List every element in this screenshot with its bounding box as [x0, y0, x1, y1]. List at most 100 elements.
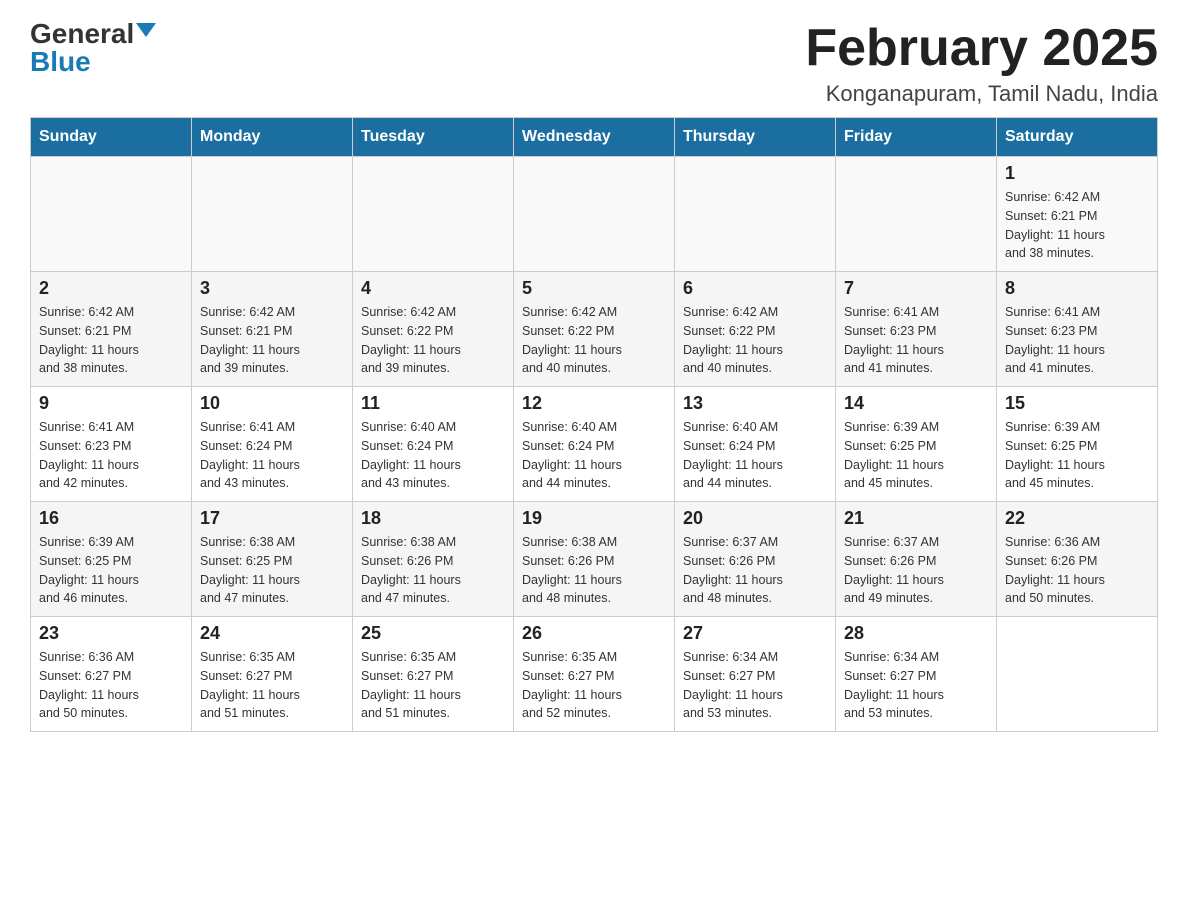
day-info: Sunrise: 6:38 AM Sunset: 6:26 PM Dayligh… [522, 535, 622, 605]
day-info: Sunrise: 6:36 AM Sunset: 6:27 PM Dayligh… [39, 650, 139, 720]
calendar-cell: 14 Sunrise: 6:39 AM Sunset: 6:25 PM Dayli… [836, 387, 997, 502]
logo-triangle-icon [136, 23, 156, 37]
day-info: Sunrise: 6:37 AM Sunset: 6:26 PM Dayligh… [683, 535, 783, 605]
calendar-cell: 12 Sunrise: 6:40 AM Sunset: 6:24 PM Dayli… [514, 387, 675, 502]
calendar-cell: 27Sunrise: 6:34 AM Sunset: 6:27 PM Dayli… [675, 617, 836, 732]
weekday-header-wednesday: Wednesday [514, 118, 675, 157]
calendar-cell: 3 Sunrise: 6:42 AM Sunset: 6:21 PM Daylig… [192, 272, 353, 387]
day-number: 25 [361, 623, 505, 644]
day-info: Sunrise: 6:42 AM Sunset: 6:22 PM Dayligh… [683, 305, 783, 375]
calendar-cell: 24 Sunrise: 6:35 AM Sunset: 6:27 PM Dayli… [192, 617, 353, 732]
day-info: Sunrise: 6:41 AM Sunset: 6:23 PM Dayligh… [844, 305, 944, 375]
title-section: February 2025 Konganapuram, Tamil Nadu, … [805, 20, 1158, 107]
calendar-cell: 1 Sunrise: 6:42 AM Sunset: 6:21 PM Daylig… [997, 157, 1158, 272]
day-number: 18 [361, 508, 505, 529]
calendar-cell [997, 617, 1158, 732]
day-number: 3 [200, 278, 344, 299]
calendar-cell: 11 Sunrise: 6:40 AM Sunset: 6:24 PM Dayli… [353, 387, 514, 502]
week-row-3: 9 Sunrise: 6:41 AM Sunset: 6:23 PM Daylig… [31, 387, 1158, 502]
calendar-cell: 15 Sunrise: 6:39 AM Sunset: 6:25 PM Dayli… [997, 387, 1158, 502]
day-number: 27 [683, 623, 827, 644]
day-number: 1 [1005, 163, 1149, 184]
calendar-cell: 9 Sunrise: 6:41 AM Sunset: 6:23 PM Daylig… [31, 387, 192, 502]
week-row-5: 23 Sunrise: 6:36 AM Sunset: 6:27 PM Dayli… [31, 617, 1158, 732]
day-number: 28 [844, 623, 988, 644]
calendar-cell: 19 Sunrise: 6:38 AM Sunset: 6:26 PM Dayli… [514, 502, 675, 617]
day-info: Sunrise: 6:42 AM Sunset: 6:22 PM Dayligh… [522, 305, 622, 375]
day-number: 19 [522, 508, 666, 529]
day-number: 14 [844, 393, 988, 414]
day-number: 2 [39, 278, 183, 299]
weekday-header-friday: Friday [836, 118, 997, 157]
logo-general-text: General [30, 20, 134, 48]
day-info: Sunrise: 6:42 AM Sunset: 6:22 PM Dayligh… [361, 305, 461, 375]
day-number: 15 [1005, 393, 1149, 414]
day-number: 23 [39, 623, 183, 644]
calendar-cell [675, 157, 836, 272]
calendar-cell: 8 Sunrise: 6:41 AM Sunset: 6:23 PM Daylig… [997, 272, 1158, 387]
day-info: Sunrise: 6:42 AM Sunset: 6:21 PM Dayligh… [200, 305, 300, 375]
logo-blue-text: Blue [30, 48, 91, 76]
day-info: Sunrise: 6:35 AM Sunset: 6:27 PM Dayligh… [361, 650, 461, 720]
day-number: 21 [844, 508, 988, 529]
calendar-cell: 2Sunrise: 6:42 AM Sunset: 6:21 PM Daylig… [31, 272, 192, 387]
day-info: Sunrise: 6:34 AM Sunset: 6:27 PM Dayligh… [844, 650, 944, 720]
page-header: General Blue February 2025 Konganapuram,… [30, 20, 1158, 107]
calendar-cell [514, 157, 675, 272]
day-info: Sunrise: 6:41 AM Sunset: 6:24 PM Dayligh… [200, 420, 300, 490]
calendar-cell: 17 Sunrise: 6:38 AM Sunset: 6:25 PM Dayli… [192, 502, 353, 617]
day-number: 17 [200, 508, 344, 529]
day-number: 4 [361, 278, 505, 299]
week-row-2: 2 Sunrise: 6:42 AM Sunset: 6:21 PM Daylig… [31, 272, 1158, 387]
weekday-header-monday: Monday [192, 118, 353, 157]
calendar-cell: 20 Sunrise: 6:37 AM Sunset: 6:26 PM Dayli… [675, 502, 836, 617]
day-info: Sunrise: 6:36 AM Sunset: 6:26 PM Dayligh… [1005, 535, 1105, 605]
day-number: 22 [1005, 508, 1149, 529]
weekday-header-row: SundayMondayTuesdayWednesdayThursdayFrid… [31, 118, 1158, 157]
day-number: 10 [200, 393, 344, 414]
logo: General Blue [30, 20, 156, 76]
day-info: Sunrise: 6:40 AM Sunset: 6:24 PM Dayligh… [361, 420, 461, 490]
calendar-cell: 13 Sunrise: 6:40 AM Sunset: 6:24 PM Dayli… [675, 387, 836, 502]
day-number: 9 [39, 393, 183, 414]
calendar-cell: 23 Sunrise: 6:36 AM Sunset: 6:27 PM Dayli… [31, 617, 192, 732]
day-number: 11 [361, 393, 505, 414]
day-info: Sunrise: 6:42 AM Sunset: 6:21 PM Dayligh… [1005, 190, 1105, 260]
calendar-cell: 25 Sunrise: 6:35 AM Sunset: 6:27 PM Dayli… [353, 617, 514, 732]
weekday-header-saturday: Saturday [997, 118, 1158, 157]
day-info: Sunrise: 6:39 AM Sunset: 6:25 PM Dayligh… [1005, 420, 1105, 490]
calendar-cell: 26Sunrise: 6:35 AM Sunset: 6:27 PM Dayli… [514, 617, 675, 732]
day-info: Sunrise: 6:38 AM Sunset: 6:25 PM Dayligh… [200, 535, 300, 605]
day-info: Sunrise: 6:35 AM Sunset: 6:27 PM Dayligh… [522, 650, 622, 720]
calendar-cell: 28 Sunrise: 6:34 AM Sunset: 6:27 PM Dayli… [836, 617, 997, 732]
calendar-table: SundayMondayTuesdayWednesdayThursdayFrid… [30, 117, 1158, 732]
day-info: Sunrise: 6:39 AM Sunset: 6:25 PM Dayligh… [844, 420, 944, 490]
calendar-cell: 4 Sunrise: 6:42 AM Sunset: 6:22 PM Daylig… [353, 272, 514, 387]
day-info: Sunrise: 6:41 AM Sunset: 6:23 PM Dayligh… [39, 420, 139, 490]
day-number: 7 [844, 278, 988, 299]
calendar-cell: 16 Sunrise: 6:39 AM Sunset: 6:25 PM Dayli… [31, 502, 192, 617]
day-info: Sunrise: 6:39 AM Sunset: 6:25 PM Dayligh… [39, 535, 139, 605]
day-number: 13 [683, 393, 827, 414]
calendar-cell: 21Sunrise: 6:37 AM Sunset: 6:26 PM Dayli… [836, 502, 997, 617]
day-info: Sunrise: 6:35 AM Sunset: 6:27 PM Dayligh… [200, 650, 300, 720]
day-number: 20 [683, 508, 827, 529]
calendar-cell [353, 157, 514, 272]
day-info: Sunrise: 6:41 AM Sunset: 6:23 PM Dayligh… [1005, 305, 1105, 375]
calendar-cell: 22 Sunrise: 6:36 AM Sunset: 6:26 PM Dayli… [997, 502, 1158, 617]
calendar-cell [31, 157, 192, 272]
calendar-cell [192, 157, 353, 272]
day-info: Sunrise: 6:40 AM Sunset: 6:24 PM Dayligh… [522, 420, 622, 490]
day-number: 8 [1005, 278, 1149, 299]
day-number: 24 [200, 623, 344, 644]
calendar-cell: 10 Sunrise: 6:41 AM Sunset: 6:24 PM Dayli… [192, 387, 353, 502]
day-info: Sunrise: 6:40 AM Sunset: 6:24 PM Dayligh… [683, 420, 783, 490]
calendar-cell [836, 157, 997, 272]
location: Konganapuram, Tamil Nadu, India [805, 81, 1158, 107]
day-number: 16 [39, 508, 183, 529]
weekday-header-thursday: Thursday [675, 118, 836, 157]
calendar-cell: 18Sunrise: 6:38 AM Sunset: 6:26 PM Dayli… [353, 502, 514, 617]
week-row-1: 1 Sunrise: 6:42 AM Sunset: 6:21 PM Daylig… [31, 157, 1158, 272]
calendar-cell: 6Sunrise: 6:42 AM Sunset: 6:22 PM Daylig… [675, 272, 836, 387]
day-number: 12 [522, 393, 666, 414]
